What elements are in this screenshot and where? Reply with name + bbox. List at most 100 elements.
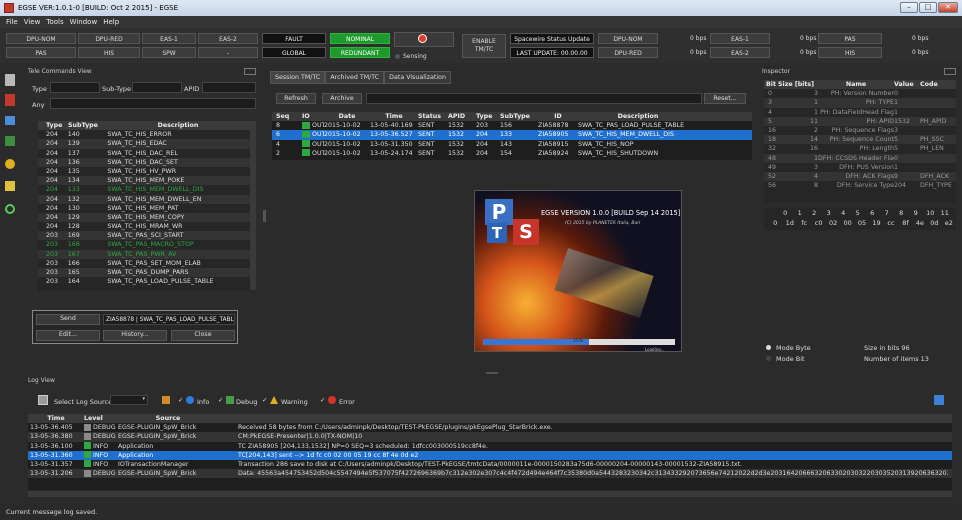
menu-view[interactable]: View — [24, 18, 41, 26]
send-button[interactable]: Send — [36, 314, 100, 325]
table-row[interactable]: 204 140 SWA_TC_HIS_ERROR — [38, 130, 256, 139]
hex-byte[interactable]: 02 — [826, 219, 840, 227]
col-time[interactable]: Time — [370, 112, 418, 121]
inspector-float-icon[interactable] — [944, 68, 956, 75]
mode-byte-radio[interactable] — [766, 345, 771, 350]
col-seq[interactable]: Seq — [272, 112, 302, 121]
hex-byte[interactable]: 1d — [782, 219, 796, 227]
table-row[interactable]: 16 2 PH: Sequence Flags 3 — [764, 126, 956, 135]
col-status[interactable]: Status — [418, 112, 448, 121]
rt-pas[interactable]: PAS — [818, 33, 882, 44]
hex-byte[interactable]: 05 — [855, 219, 869, 227]
float-icon[interactable] — [244, 68, 256, 75]
send-value[interactable]: ZIA58878 | SWA_TC_PAS_LOAD_PULSE_TABLE — [103, 314, 235, 325]
tab-session[interactable]: Session TM/TC — [270, 70, 326, 84]
menu-window[interactable]: Window — [70, 18, 98, 26]
table-row[interactable]: 48 1 DFH: CCSDS Header Flag 0 — [764, 153, 956, 163]
col-date[interactable]: Date — [324, 112, 370, 121]
hex-byte[interactable]: 4e — [913, 219, 927, 227]
table-row[interactable]: 204 128 SWA_TC_HIS_MRAM_WR — [38, 222, 256, 231]
log-row[interactable]: 13-05-31.206 DEBUG EGSE-PLUGIN_SpW_Brick Da… — [28, 469, 952, 479]
col-type[interactable]: Type — [476, 112, 500, 121]
hex-byte[interactable]: e2 — [942, 219, 956, 227]
log-source-dropdown[interactable]: ▾ — [110, 395, 148, 405]
log-source-icon[interactable] — [38, 395, 48, 405]
table-row[interactable]: 203 164 SWA_TC_PAS_LOAD_PULSE_TABLE — [38, 277, 256, 286]
pas-button[interactable]: PAS — [6, 47, 76, 58]
col-subtype[interactable]: SubType — [68, 121, 108, 130]
hex-byte[interactable]: 0 — [768, 219, 782, 227]
subtype-input[interactable] — [132, 82, 182, 93]
chart-icon[interactable] — [5, 136, 15, 146]
hex-byte[interactable]: cc — [884, 219, 898, 227]
table-row[interactable]: 204 135 SWA_TC_HIS_HV_PWR — [38, 167, 256, 176]
his-button[interactable]: HIS — [78, 47, 140, 58]
table-row[interactable]: 204 139 SWA_TC_HIS_EDAC — [38, 139, 256, 149]
col-description[interactable]: Description — [578, 112, 698, 121]
edit-button[interactable]: Edit... — [36, 330, 100, 341]
col-name[interactable]: Name — [818, 80, 894, 89]
any-input[interactable] — [50, 98, 256, 109]
minimize-button[interactable]: – — [900, 2, 918, 13]
hex-byte[interactable]: 19 — [869, 219, 883, 227]
refresh-button[interactable]: Refresh — [276, 93, 316, 104]
debug-check[interactable]: ✓ — [218, 396, 223, 404]
tab-archived[interactable]: Archived TM/TC — [325, 70, 385, 84]
table-row[interactable]: 203 168 SWA_TC_PAS_MACRO_STOP — [38, 240, 256, 249]
col-code[interactable]: Code — [920, 80, 954, 89]
col-apid[interactable]: APID — [448, 112, 476, 121]
center-splitter[interactable] — [263, 210, 266, 222]
maximize-button[interactable]: □ — [919, 2, 937, 13]
col-time[interactable]: Time — [28, 414, 84, 423]
col-size[interactable]: Size [bits] — [778, 80, 818, 89]
error-check[interactable]: ✓ — [320, 396, 325, 404]
table-row[interactable]: 2 OUT 2015-10-02 13-05-24.174 SENT 1532 204 154… — [272, 149, 752, 158]
log-row[interactable]: 13-05-36.380 DEBUG EGSE-PLUGIN_SpW_Brick CM… — [28, 432, 952, 442]
gauge-icon[interactable] — [5, 159, 15, 169]
table-row[interactable]: 204 132 SWA_TC_HIS_MEM_DWELL_EN — [38, 194, 256, 204]
eas2-button[interactable]: EAS-2 — [198, 33, 258, 44]
table-row[interactable]: 6 OUT 2015-10-02 13-05-36.527 SENT 1532 204 133… — [272, 130, 752, 140]
log-row[interactable]: 13-05-31.357 INFO IOTransactionManager Tran… — [28, 460, 952, 469]
history-button[interactable]: History... — [103, 330, 167, 341]
table-row[interactable]: 204 136 SWA_TC_HIS_DAC_SET — [38, 157, 256, 167]
spw-status-update[interactable]: Spacewire Status Update > — [510, 33, 594, 54]
table-row[interactable]: 204 134 SWA_TC_HIS_MEM_POKE — [38, 176, 256, 186]
col-io[interactable]: IO — [302, 112, 324, 121]
table-row[interactable]: 18 14 PH: Sequence Count 5 PH_SSC — [764, 135, 956, 145]
menu-file[interactable]: File — [6, 18, 18, 26]
info-check[interactable]: ✓ — [178, 396, 183, 404]
dpu-red-button[interactable]: DPU-RED — [78, 33, 140, 44]
eas1-button[interactable]: EAS-1 — [142, 33, 196, 44]
table-row[interactable]: 8 OUT 2015-10-02 13-05-40.169 SENT 1532 203 156… — [272, 121, 752, 130]
hex-byte[interactable]: 00 — [840, 219, 854, 227]
dpu-nom-button[interactable]: DPU-NOM — [6, 33, 76, 44]
table-row[interactable]: 204 133 SWA_TC_HIS_MEM_DWELL_DIS — [38, 185, 256, 194]
sort-icon[interactable] — [162, 396, 170, 404]
power-icon[interactable] — [5, 204, 15, 214]
col-source[interactable]: Source — [118, 414, 218, 423]
table-row[interactable]: 203 166 SWA_TC_PAS_SET_MOM_ELAB — [38, 259, 256, 268]
table-row[interactable]: 49 3 DFH: PUS Version 1 — [764, 163, 956, 172]
mode-bit-radio[interactable] — [766, 356, 771, 361]
menu-tools[interactable]: Tools — [46, 18, 63, 26]
tc-scrollbar[interactable] — [250, 130, 256, 290]
table-row[interactable]: 203 165 SWA_TC_PAS_DUMP_PARS — [38, 268, 256, 278]
col-id[interactable]: ID — [538, 112, 578, 121]
table-row[interactable]: 3 1 PH: TYPE 1 — [764, 98, 956, 108]
table-row[interactable]: 56 8 DFH: Service Type 204 DFH_TYPE — [764, 181, 956, 190]
col-bit[interactable]: Bit — [764, 80, 778, 89]
close-popup-button[interactable]: Close — [171, 330, 235, 341]
rt-dpu-nom[interactable]: DPU-NOM — [598, 33, 658, 44]
table-row[interactable]: 52 4 DFH: ACK Flags 9 DFH_ACK — [764, 171, 956, 182]
table-row[interactable]: 204 129 SWA_TC_HIS_MEM_COPY — [38, 212, 256, 223]
enable-tmtc-button[interactable]: ENABLE TM/TC — [462, 34, 506, 58]
col-description[interactable]: Description — [108, 121, 248, 130]
col-level[interactable]: Level — [84, 414, 118, 423]
col-type[interactable]: Type — [38, 121, 68, 130]
apid-input[interactable] — [202, 82, 256, 93]
close-button[interactable]: ✕ — [938, 2, 958, 13]
menu-help[interactable]: Help — [103, 18, 119, 26]
delete-icon[interactable] — [5, 94, 15, 106]
type-input[interactable] — [50, 82, 100, 93]
